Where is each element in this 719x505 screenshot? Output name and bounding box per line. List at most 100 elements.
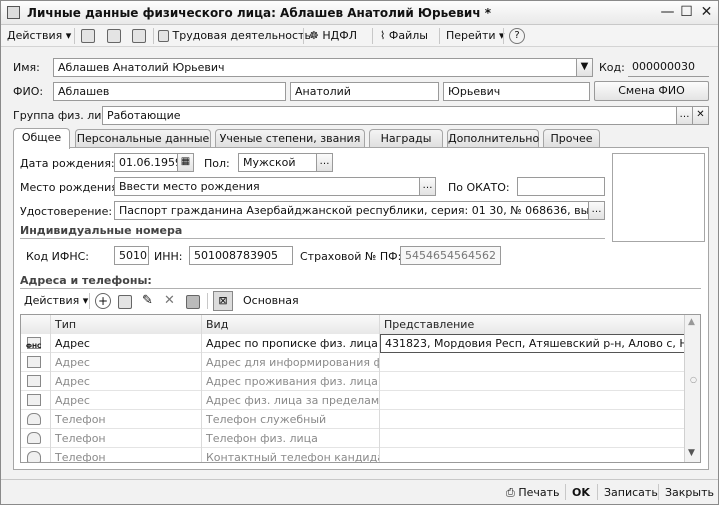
plus-icon: + [97,294,109,308]
cell-view[interactable] [380,448,685,462]
surname-field[interactable]: Аблашев [53,82,286,101]
table-row[interactable]: АдресАдрес физ. лица за пределами ... [21,391,685,410]
table-row[interactable]: Телефон Телефон служебный [21,410,685,429]
cell-view[interactable]: 431823, Мордовия Респ, Атяшевский р-н, А… [380,334,685,353]
cell-kind[interactable]: Телефон служебный [202,410,380,429]
title-bar: Личные данные физического лица: Аблашев … [1,1,718,25]
birth-place-field[interactable]: Ввести место рождения [114,177,420,196]
print-button[interactable]: ⎙ Печать [506,484,559,502]
copy-button[interactable] [132,27,146,45]
table-row[interactable]: Телефон Контактный телефон кандидата [21,448,685,462]
grid-actions-menu[interactable]: Действия ▾ [24,292,88,310]
close-window-button[interactable]: ✕ [698,4,715,21]
cell-view[interactable] [380,353,685,372]
toolbar-separator [303,28,304,44]
print-label: Печать [518,486,560,499]
ok-button[interactable]: OK [572,484,590,502]
cell-kind[interactable]: Контактный телефон кандидата [202,448,380,462]
files-button[interactable]: ⌇ Файлы [380,27,428,45]
pf-field[interactable]: 5454654564562 [400,246,501,265]
cell-kind[interactable]: Адрес физ. лица за пределами ... [202,391,380,410]
cell-type[interactable]: Адрес [51,391,202,410]
change-fio-button[interactable]: Смена ФИО [594,81,709,101]
birth-place-select-button[interactable]: … [419,177,436,196]
maximize-button[interactable]: ☐ [678,4,695,21]
minimize-button[interactable]: — [659,4,676,21]
row-icon-cell: ФНС [21,334,51,353]
cell-kind[interactable]: Телефон физ. лица [202,429,380,448]
id-doc-select-button[interactable]: … [588,201,605,220]
table-row[interactable]: Телефон Телефон физ. лица [21,429,685,448]
birth-date-field[interactable]: 01.06.1959 [114,153,178,172]
name-field[interactable]: Аблашев Анатолий Юрьевич [53,58,577,77]
ndfl-button[interactable]: ☸ НДФЛ [309,27,357,45]
id-doc-label: Удостоверение: [20,205,113,218]
work-activity-button[interactable]: Трудовая деятельность [158,27,311,45]
column-header-kind[interactable]: Вид [202,315,380,334]
cell-view[interactable] [380,429,685,448]
cell-type[interactable]: Адрес [51,334,202,353]
tab-personal-data[interactable]: Персональные данные [75,129,211,148]
tab-other[interactable]: Прочее [543,129,600,148]
tab-general[interactable]: Общее [13,128,70,149]
first-name-field[interactable]: Анатолий [290,82,439,101]
close-button[interactable]: Закрыть [665,484,714,502]
group-field[interactable]: Работающие [102,106,677,125]
calendar-button[interactable]: ▦ [177,153,194,172]
table-row[interactable]: ФНС Адрес Адрес по прописке физ. лица 43182… [21,334,685,353]
cell-view[interactable] [380,410,685,429]
cell-type[interactable]: Телефон [51,410,202,429]
tab-awards[interactable]: Награды [369,129,443,148]
copy-row-button[interactable] [118,293,132,311]
scroll-thumb-icon[interactable]: ○ [690,375,697,384]
cell-type[interactable]: Телефон [51,448,202,462]
grid-scrollbar[interactable]: ▲ ○ ▼ [684,315,700,462]
tab-additional[interactable]: Дополнительно [447,129,539,148]
save-record-button[interactable]: Записать [604,484,658,502]
delete-button[interactable]: ✕ [164,292,175,310]
scroll-up-icon[interactable]: ▲ [688,317,695,327]
exit-button[interactable] [81,27,95,45]
column-header-view[interactable]: Представление [380,315,685,334]
actions-menu[interactable]: Действия ▾ [7,27,71,45]
column-header-type[interactable]: Тип [51,315,202,334]
edit-button[interactable]: ✎ [142,292,153,310]
delete-icon: ✕ [164,293,175,308]
grid-header: Тип Вид Представление [21,315,685,334]
add-button[interactable]: + [95,293,111,309]
goto-menu[interactable]: Перейти ▾ [446,27,505,45]
reread-button[interactable] [107,27,121,45]
cell-kind[interactable]: Адрес проживания физ. лица [202,372,380,391]
ifns-field[interactable]: 5010 [114,246,149,265]
scroll-down-icon[interactable]: ▼ [688,448,695,458]
okato-field[interactable] [517,177,605,196]
cell-kind[interactable]: Адрес для информирования физ... [202,353,380,372]
code-field[interactable]: 000000030 [628,58,709,77]
inn-field[interactable]: 501008783905 [189,246,293,265]
main-toolbar: Действия ▾ Трудовая деятельность ☸ НДФЛ … [1,25,718,47]
name-dropdown-button[interactable]: ▼ [576,58,593,77]
section-divider [20,288,701,289]
group-select-button[interactable]: … [676,106,693,125]
set-main-toggle[interactable]: ⊠ [213,291,233,311]
patronymic-field[interactable]: Юрьевич [443,82,590,101]
tab-degrees[interactable]: Ученые степени, звания [215,129,365,148]
cell-type[interactable]: Адрес [51,372,202,391]
gender-select-button[interactable]: … [316,153,333,172]
cell-type[interactable]: Телефон [51,429,202,448]
help-button[interactable]: ? [509,28,525,44]
cell-kind[interactable]: Адрес по прописке физ. лица [202,334,380,353]
toolbar-separator [565,484,566,500]
table-row[interactable]: Адрес Адрес проживания физ. лица [21,372,685,391]
photo-frame[interactable] [612,153,705,242]
save-button[interactable] [186,293,200,311]
group-clear-button[interactable]: ✕ [692,106,709,125]
cell-view[interactable] [380,391,685,410]
address-icon [27,356,41,368]
cell-view[interactable] [380,372,685,391]
pf-label: Страховой № ПФ: [300,250,402,263]
gender-field[interactable]: Мужской [238,153,317,172]
id-doc-field[interactable]: Паспорт гражданина Азербайджанской респу… [114,201,589,220]
table-row[interactable]: АдресАдрес для информирования физ... [21,353,685,372]
cell-type[interactable]: Адрес [51,353,202,372]
